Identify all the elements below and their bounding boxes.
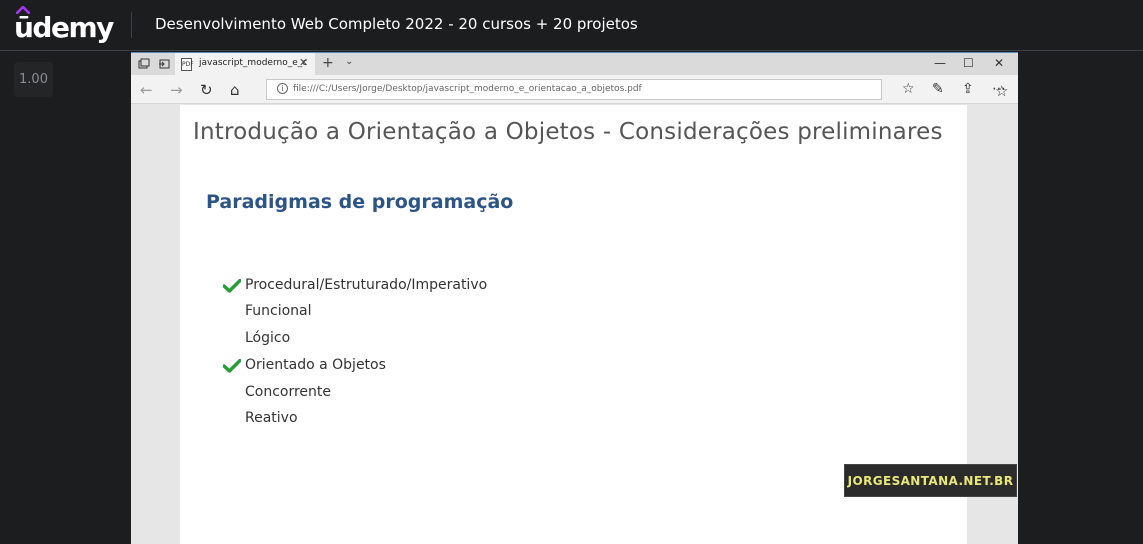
browser-tab[interactable]: PDF javascript_moderno_e_c ✕: [175, 53, 315, 76]
maximize-icon[interactable]: ☐: [963, 56, 974, 70]
share-icon[interactable]: ⇪: [962, 81, 974, 97]
list-item: Procedural/Estruturado/Imperativo: [245, 277, 488, 293]
logo-text: ūdemy: [14, 11, 114, 44]
playback-speed-button[interactable]: 1.00: [14, 62, 53, 97]
info-icon: i: [277, 83, 288, 94]
watermark-text: JORGESANTANA.NET.BR: [847, 473, 1014, 488]
more-menu-icon[interactable]: ⋯: [992, 81, 1006, 97]
course-title[interactable]: Desenvolvimento Web Completo 2022 - 20 c…: [155, 15, 638, 33]
app-header: ūdemy Desenvolvimento Web Completo 2022 …: [0, 0, 1143, 51]
list-item: Reativo: [245, 410, 298, 426]
watermark-banner: JORGESANTANA.NET.BR: [844, 464, 1017, 497]
pdf-favicon-icon: PDF: [181, 58, 194, 71]
set-aside-tabs-icon: [159, 59, 170, 69]
check-icon: [223, 359, 241, 373]
header-divider: [131, 12, 132, 38]
new-tab-icon[interactable]: +: [322, 55, 334, 71]
section-title: Paradigmas de programação: [206, 191, 514, 213]
pen-notes-icon[interactable]: ✎: [932, 81, 944, 97]
url-text: file:///C:/Users/Jorge/Desktop/javascrip…: [293, 84, 642, 94]
list-item: Funcional: [245, 303, 312, 319]
udemy-logo[interactable]: ūdemy: [14, 6, 114, 44]
favorites-list-icon[interactable]: ☆: [902, 81, 915, 97]
list-item: Lógico: [245, 330, 291, 346]
slide-title: Introdução a Orientação a Objetos - Cons…: [193, 119, 943, 145]
tab-title: javascript_moderno_e_c: [199, 58, 308, 68]
list-item: Concorrente: [245, 384, 332, 400]
refresh-icon[interactable]: ↻: [200, 81, 213, 99]
minimize-icon[interactable]: —: [934, 56, 946, 70]
home-icon[interactable]: ⌂: [230, 81, 240, 99]
browser-tabbar: PDF javascript_moderno_e_c ✕ + ⌄ — ☐ ✕: [131, 52, 1018, 76]
url-field[interactable]: i file:///C:/Users/Jorge/Desktop/javascr…: [266, 79, 1008, 100]
check-icon: [223, 279, 241, 293]
tab-preview-icon: [138, 58, 150, 69]
browser-addressbar: ← → ↻ ⌂ i file:///C:/Users/Jorge/Desktop…: [131, 75, 1018, 104]
back-icon[interactable]: ←: [140, 81, 153, 99]
forward-icon[interactable]: →: [170, 81, 183, 99]
tab-list-chevron-icon[interactable]: ⌄: [345, 56, 353, 67]
window-close-icon[interactable]: ✕: [994, 56, 1004, 70]
tab-close-icon[interactable]: ✕: [299, 56, 308, 69]
list-item: Orientado a Objetos: [245, 357, 386, 373]
